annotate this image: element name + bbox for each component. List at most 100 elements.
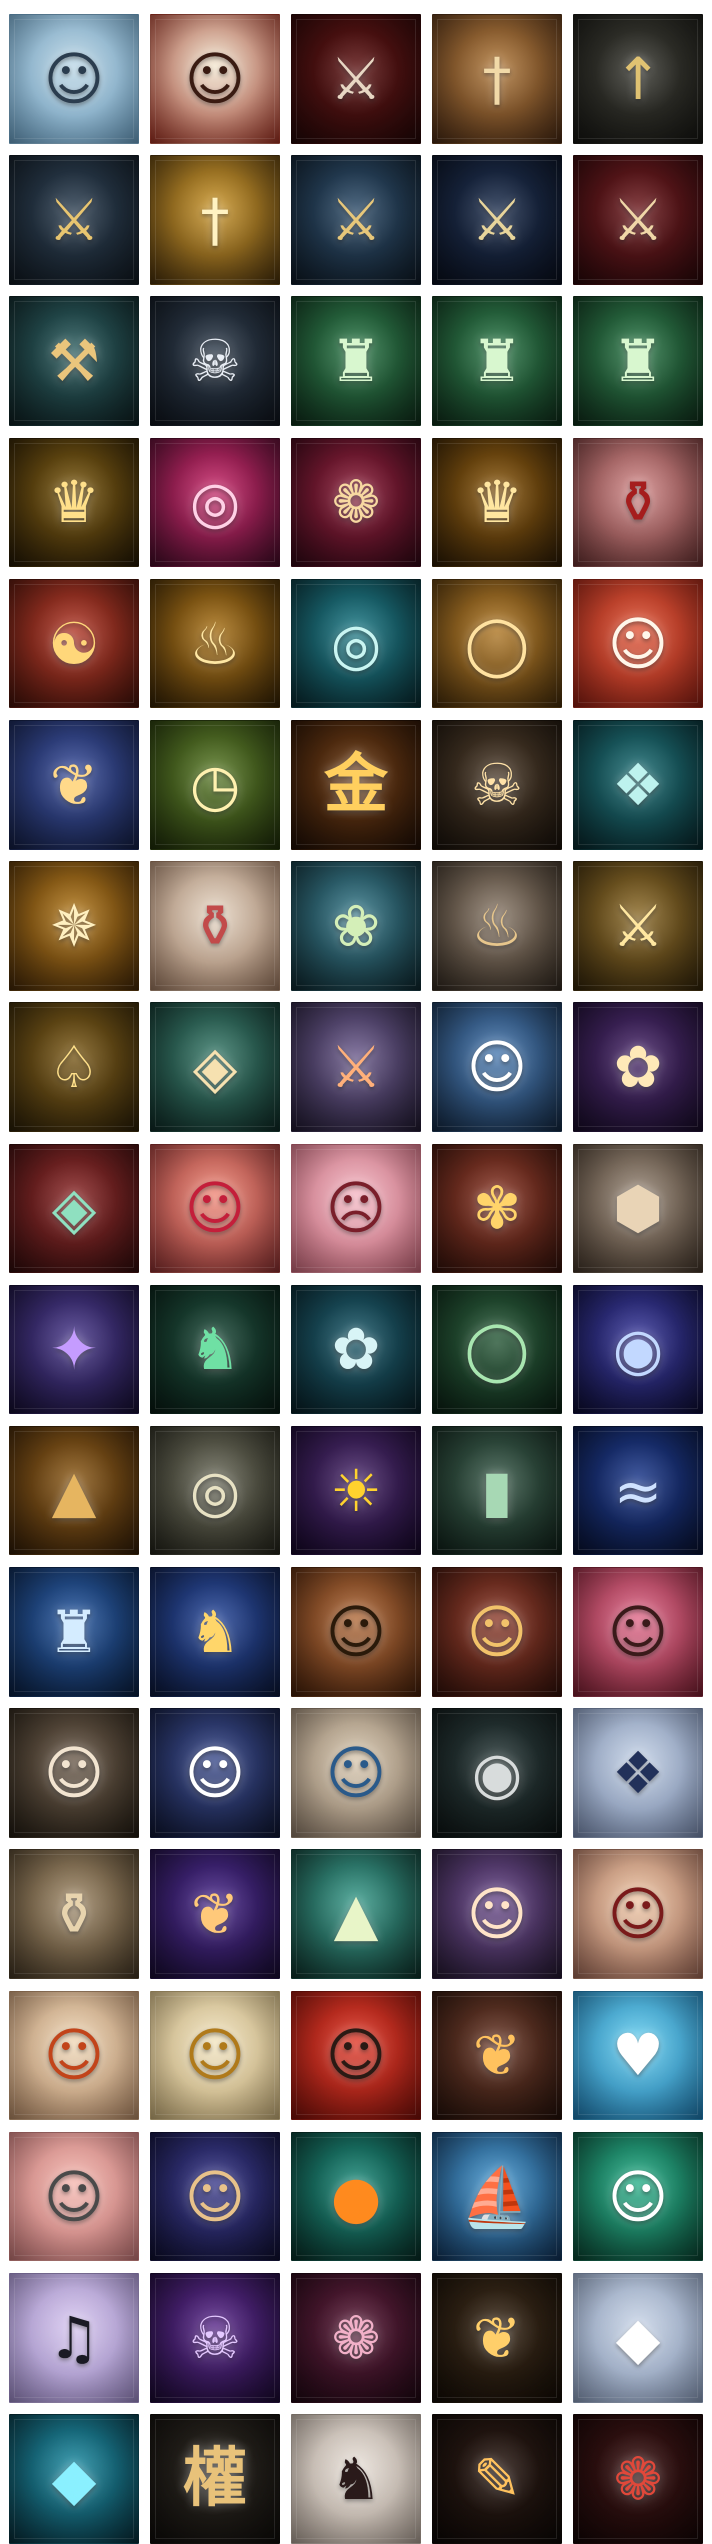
icon-tile[interactable]: ◉ [432, 1708, 562, 1838]
icon-tile[interactable]: ❁ [291, 437, 421, 568]
icon-tile[interactable]: ☺ [9, 1708, 139, 1838]
icon-tile[interactable]: ⚔ [432, 155, 562, 285]
icon-tile[interactable]: 金 [291, 719, 421, 850]
icon-tile[interactable]: ☺ [150, 1708, 280, 1838]
icon-tile[interactable]: ⚱ [9, 1849, 139, 1980]
icon-tile[interactable]: ⚔ [573, 155, 703, 285]
icon-tile[interactable]: ❖ [573, 719, 703, 850]
icon-tile[interactable]: ♨ [150, 578, 280, 709]
icon-tile[interactable]: ⚱ [150, 861, 280, 991]
icon-tile[interactable]: ◎ [150, 437, 280, 568]
icon-tile[interactable]: ☺ [291, 1567, 421, 1697]
icon-tile[interactable]: ✿ [573, 1002, 703, 1132]
icon-tile[interactable]: ❦ [150, 1849, 280, 1980]
icon-tile[interactable]: ✿ [291, 1284, 421, 1415]
icon-tile[interactable]: 權 [150, 2414, 280, 2544]
icon-tile[interactable]: ♛ [9, 437, 139, 568]
icon-tile[interactable]: ☯ [9, 578, 139, 709]
icon-tile[interactable]: ☹ [291, 1143, 421, 1274]
icon-tile[interactable]: ▲ [9, 1425, 139, 1556]
icon-tile[interactable]: ✾ [432, 1143, 562, 1274]
icon-tile[interactable]: ☺ [573, 1567, 703, 1697]
icon-tile[interactable]: ❁ [291, 2273, 421, 2403]
icon-tile[interactable]: ⛵ [432, 2131, 562, 2262]
icon-tile[interactable]: ☺ [150, 2131, 280, 2262]
icon-tile[interactable]: ◷ [150, 719, 280, 850]
icon-tile[interactable]: ☺ [150, 14, 280, 144]
icon-tile[interactable]: ♤ [9, 1002, 139, 1132]
icon-tile[interactable]: ✦ [9, 1284, 139, 1415]
icon-tile[interactable]: ♜ [432, 296, 562, 426]
icon-tile[interactable]: ☺ [9, 14, 139, 144]
icon-tile[interactable]: ☺ [291, 1990, 421, 2121]
tile-vignette [574, 2415, 702, 2543]
pink-vortex-icon: ◎ [189, 468, 241, 537]
tile-frame [578, 1995, 698, 2116]
icon-tile[interactable]: ☺ [9, 2131, 139, 2262]
icon-tile[interactable]: ☺ [432, 1849, 562, 1980]
icon-tile[interactable]: ❦ [9, 719, 139, 850]
icon-tile[interactable]: ⚒ [9, 296, 139, 426]
icon-tile[interactable]: ☺ [150, 1143, 280, 1274]
icon-tile[interactable]: ☠ [432, 719, 562, 850]
icon-tile[interactable]: ❀ [291, 861, 421, 991]
icon-tile[interactable]: ❁ [573, 2414, 703, 2544]
icon-tile[interactable]: † [150, 155, 280, 285]
icon-tile[interactable]: ⚱ [573, 437, 703, 568]
icon-tile[interactable]: ⚔ [9, 155, 139, 285]
icon-tile[interactable]: ♨ [432, 861, 562, 991]
icon-tile[interactable]: ✵ [9, 861, 139, 991]
icon-tile[interactable]: ☺ [432, 1567, 562, 1697]
icon-tile[interactable]: ◯ [432, 578, 562, 709]
icon-tile[interactable]: ⚔ [291, 155, 421, 285]
lucky-cat-icon: ☺ [607, 609, 669, 678]
icon-tile[interactable]: ❦ [432, 2273, 562, 2403]
icon-tile[interactable]: ⚔ [573, 861, 703, 991]
icon-tile[interactable]: ♛ [432, 437, 562, 568]
icon-tile[interactable]: ♞ [150, 1284, 280, 1415]
icon-tile[interactable]: ☺ [573, 1849, 703, 1980]
icon-tile[interactable]: ☺ [573, 2131, 703, 2262]
icon-tile[interactable]: ☠ [150, 2273, 280, 2403]
icon-tile[interactable]: ☺ [9, 1990, 139, 2121]
golden-crown-altar-icon: ♛ [471, 468, 523, 537]
icon-tile[interactable]: ❖ [573, 1708, 703, 1838]
icon-tile[interactable]: ♞ [150, 1567, 280, 1697]
icon-tile[interactable]: ⬢ [573, 1143, 703, 1274]
icon-tile[interactable]: ◉ [573, 1284, 703, 1415]
icon-tile[interactable]: ☺ [573, 578, 703, 709]
icon-tile[interactable]: ◆ [9, 2414, 139, 2544]
tile-frame [155, 1007, 275, 1127]
jade-seal-icon: ▮ [481, 1456, 513, 1525]
icon-tile[interactable]: ☀ [291, 1425, 421, 1556]
icon-tile[interactable]: ◈ [150, 1002, 280, 1132]
icon-tile[interactable]: ☺ [432, 1002, 562, 1132]
tile-vignette [10, 720, 138, 849]
icon-tile[interactable]: ☺ [150, 1990, 280, 2121]
icon-tile[interactable]: ⚔ [291, 1002, 421, 1132]
icon-tile[interactable]: ◆ [573, 2273, 703, 2403]
icon-tile[interactable]: ♞ [291, 2414, 421, 2544]
icon-tile[interactable]: ◈ [9, 1143, 139, 1274]
icon-tile[interactable]: ↑ [573, 14, 703, 144]
icon-tile[interactable]: ♜ [573, 296, 703, 426]
icon-tile[interactable]: ♥ [573, 1990, 703, 2121]
icon-tile[interactable]: ♜ [291, 296, 421, 426]
icon-tile[interactable]: ♜ [9, 1567, 139, 1697]
icon-tile[interactable]: ⚔ [291, 14, 421, 144]
icon-tile[interactable]: † [432, 14, 562, 144]
icon-tile[interactable]: ◯ [432, 1284, 562, 1415]
jade-clock-disc-icon: ◷ [189, 750, 241, 819]
icon-tile[interactable]: ☠ [150, 296, 280, 426]
crossed-swords-crimson-icon: ⚔ [330, 44, 382, 113]
icon-tile[interactable]: ◎ [150, 1425, 280, 1556]
icon-tile[interactable]: ❦ [432, 1990, 562, 2121]
icon-tile[interactable]: ▮ [432, 1425, 562, 1556]
icon-tile[interactable]: ≈ [573, 1425, 703, 1556]
icon-tile[interactable]: ▲ [291, 1849, 421, 1980]
icon-tile[interactable]: ✎ [432, 2414, 562, 2544]
icon-tile[interactable]: ◎ [291, 578, 421, 709]
icon-tile[interactable]: ☺ [291, 1708, 421, 1838]
icon-tile[interactable]: ♫ [9, 2273, 139, 2403]
icon-tile[interactable]: ● [291, 2131, 421, 2262]
